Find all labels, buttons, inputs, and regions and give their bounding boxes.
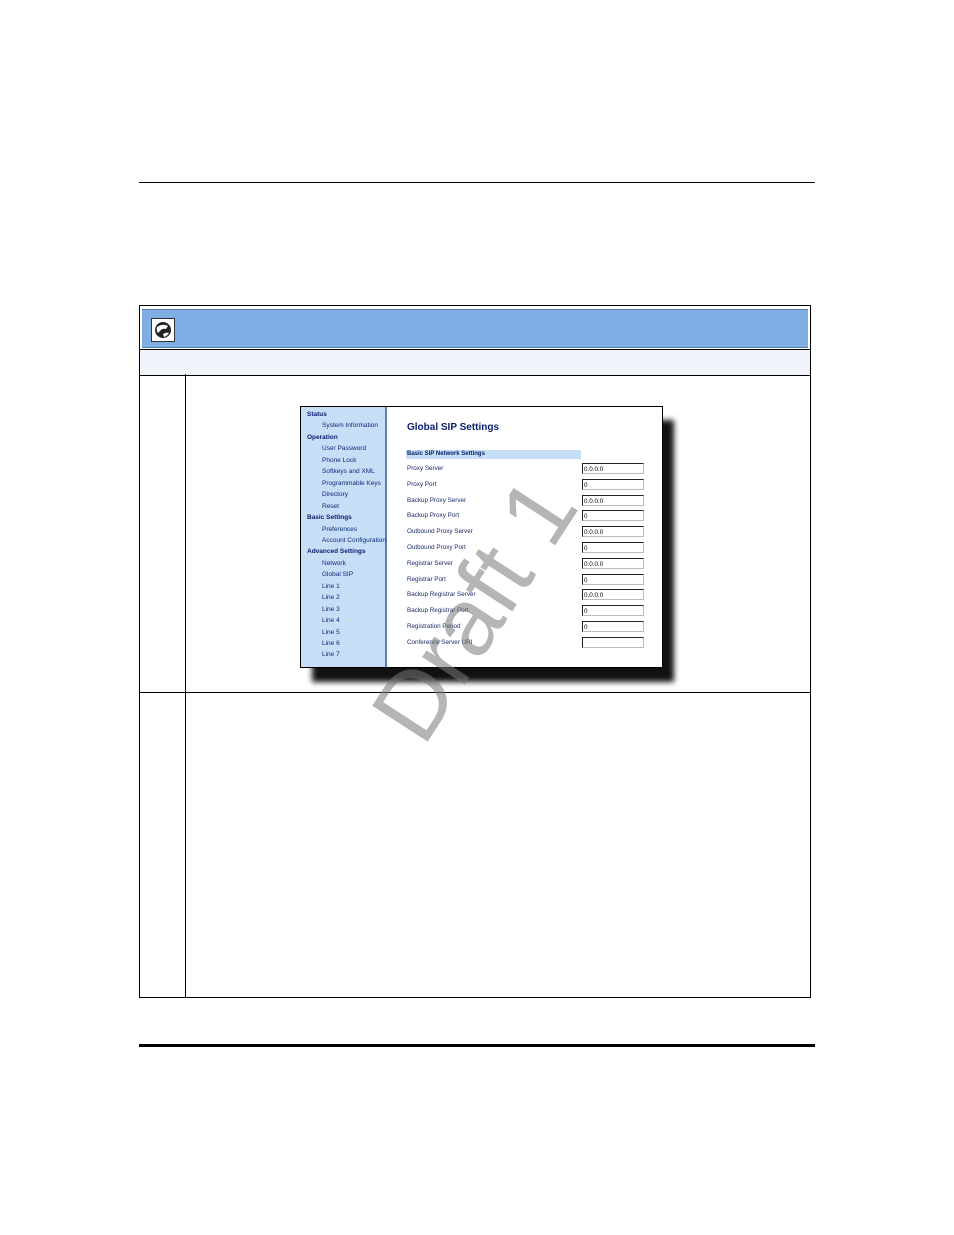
- nav-item[interactable]: Line 5: [322, 629, 340, 636]
- nav-item[interactable]: Programmable Keys: [322, 480, 381, 487]
- field-input[interactable]: 0: [582, 573, 644, 585]
- nav-section-label: Advanced Settings: [307, 548, 366, 556]
- field-input[interactable]: 0: [582, 478, 644, 490]
- field-input[interactable]: 0: [582, 542, 644, 553]
- nav-item[interactable]: Line 1: [322, 583, 340, 590]
- field-label: Proxy Server: [407, 465, 444, 472]
- field-label: Backup Proxy Port: [407, 512, 460, 520]
- field-input[interactable]: 0.0.0.0: [582, 463, 644, 474]
- nav-section-label: Operation: [307, 433, 338, 441]
- aastra-web-ui-icon: [151, 318, 175, 342]
- nav-item[interactable]: Global SIP: [322, 571, 353, 578]
- header-rule: [139, 182, 815, 183]
- nav-item[interactable]: Account Configuration: [322, 537, 386, 544]
- field-input[interactable]: [582, 636, 644, 648]
- nav-item[interactable]: System Information: [322, 422, 378, 429]
- nav-item[interactable]: Network: [322, 560, 346, 567]
- nav-item[interactable]: Phone Lock: [322, 457, 356, 464]
- table-row: [139, 692, 811, 998]
- table-subheader: [139, 349, 811, 376]
- field-input[interactable]: 0.0.0.0: [582, 557, 644, 569]
- field-label: Backup Proxy Server: [407, 496, 467, 504]
- nav-section-label: Status: [307, 411, 327, 418]
- nav-item[interactable]: Line 6: [322, 640, 340, 647]
- field-input[interactable]: 0.0.0.0: [582, 589, 644, 601]
- field-label: Proxy Port: [407, 480, 437, 488]
- nav-item[interactable]: User Password: [322, 445, 366, 452]
- nav-item[interactable]: Preferences: [322, 526, 357, 533]
- nav-item[interactable]: Line 7: [322, 651, 340, 658]
- page-title: Global SIP Settings: [407, 422, 500, 433]
- nav-item[interactable]: Line 4: [322, 617, 340, 624]
- field-input[interactable]: 0: [582, 605, 644, 617]
- nav-item[interactable]: Directory: [322, 491, 348, 498]
- nav-item[interactable]: Reset: [322, 503, 339, 510]
- sidebar-nav: Status System Information Operation User Pa…: [301, 407, 387, 667]
- footer-rule: [139, 1044, 815, 1047]
- table-header-bar: [142, 309, 808, 348]
- field-input[interactable]: 0: [582, 621, 644, 632]
- nav-item[interactable]: Line 2: [322, 594, 340, 601]
- section-header: Basic SIP Network Settings: [406, 450, 581, 459]
- nav-section-label: Basic Settings: [307, 514, 352, 522]
- nav-item[interactable]: Softkeys and XML: [322, 468, 375, 475]
- nav-item[interactable]: Line 3: [322, 606, 340, 613]
- table-header-frame: [139, 305, 811, 351]
